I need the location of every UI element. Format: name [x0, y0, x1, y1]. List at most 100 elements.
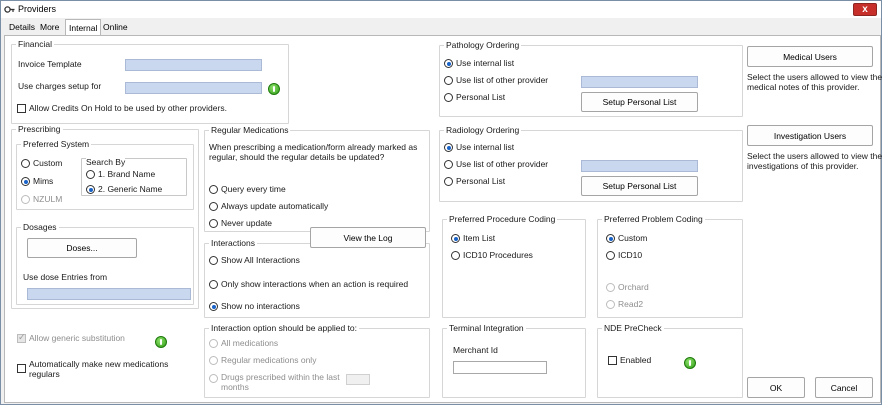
radio-only-action-label: Only show interactions when an action is… — [221, 279, 409, 289]
terminal-title: Terminal Integration — [447, 323, 526, 333]
interactions-group: Interactions Show All Interactions Only … — [204, 238, 430, 318]
interaction-option-title: Interaction option should be applied to: — [209, 323, 360, 333]
radio-custom-label: Custom — [33, 158, 63, 168]
tab-details[interactable]: Details — [6, 21, 38, 35]
medical-users-button[interactable]: Medical Users — [747, 46, 873, 67]
pathology-radio-other-label: Use list of other provider — [456, 75, 549, 85]
close-button[interactable]: x — [853, 3, 877, 16]
key-icon — [4, 6, 15, 13]
radio-regular-only-label: Regular medications only — [221, 355, 317, 365]
radio-always-update-label: Always update automatically — [221, 201, 329, 211]
use-charges-field[interactable] — [125, 82, 262, 94]
tab-internal[interactable]: Internal — [65, 19, 102, 36]
dosages-title: Dosages — [21, 222, 59, 232]
radio-show-all[interactable] — [209, 256, 218, 265]
radio-all-medications-label: All medications — [221, 338, 279, 348]
pathology-title: Pathology Ordering — [444, 40, 522, 50]
radio-item-list-label: Item List — [463, 233, 496, 243]
search-by-group: Search By 1. Brand Name 2. Generic Name — [81, 157, 187, 196]
financial-title: Financial — [16, 39, 55, 49]
generic-go-icon[interactable] — [155, 336, 167, 348]
nde-enabled-checkbox[interactable] — [608, 356, 617, 365]
radio-problem-orchard[interactable] — [606, 283, 615, 292]
radio-query-every-time-label: Query every time — [221, 184, 286, 194]
regular-medications-question: When prescribing a medication/form alrea… — [209, 142, 418, 162]
radiology-radio-other[interactable] — [444, 160, 453, 169]
radiology-radio-personal-label: Personal List — [456, 176, 506, 186]
nde-group: NDE PreCheck Enabled — [597, 323, 743, 398]
financial-group: Financial Invoice Template Use charges s… — [11, 39, 289, 124]
radio-problem-read2-label: Read2 — [618, 299, 644, 309]
radio-show-none-label: Show no interactions — [221, 301, 300, 311]
pathology-radio-internal-label: Use internal list — [456, 58, 515, 68]
radio-generic-name[interactable] — [86, 185, 95, 194]
prescribing-group: Prescribing Preferred System Custom Mims… — [11, 124, 199, 309]
radio-problem-orchard-label: Orchard — [618, 282, 649, 292]
use-dose-entries-label: Use dose Entries from — [23, 272, 108, 282]
radio-query-every-time[interactable] — [209, 185, 218, 194]
radio-never-update-label: Never update — [221, 218, 273, 228]
go-icon[interactable] — [268, 83, 280, 95]
radiology-setup-button[interactable]: Setup Personal List — [581, 176, 698, 196]
radiology-title: Radiology Ordering — [444, 125, 522, 135]
radio-show-none[interactable] — [209, 302, 218, 311]
nde-go-icon[interactable] — [684, 357, 696, 369]
radio-never-update[interactable] — [209, 219, 218, 228]
radio-problem-icd10[interactable] — [606, 251, 615, 260]
radiology-other-field[interactable] — [581, 160, 698, 172]
view-log-button[interactable]: View the Log — [310, 227, 426, 248]
radio-icd10-procedures[interactable] — [451, 251, 460, 260]
investigation-users-button[interactable]: Investigation Users — [747, 125, 873, 146]
months-field[interactable] — [346, 374, 370, 385]
allow-generic-label: Allow generic substitution — [29, 333, 125, 343]
auto-regular-checkbox[interactable] — [17, 364, 26, 373]
interactions-title: Interactions — [209, 238, 257, 248]
radio-mims[interactable] — [21, 177, 30, 186]
radio-within-months[interactable] — [209, 374, 218, 383]
pathology-radio-personal[interactable] — [444, 93, 453, 102]
tab-more[interactable]: More — [37, 21, 62, 35]
cancel-button[interactable]: Cancel — [815, 377, 873, 398]
allow-credits-checkbox[interactable] — [17, 104, 26, 113]
pathology-group: Pathology Ordering Use internal list Use… — [439, 40, 743, 117]
radiology-radio-internal[interactable] — [444, 143, 453, 152]
use-dose-entries-field[interactable] — [27, 288, 191, 300]
radio-problem-read2[interactable] — [606, 300, 615, 309]
use-charges-label: Use charges setup for — [18, 81, 102, 91]
pathology-setup-button[interactable]: Setup Personal List — [581, 92, 698, 112]
regular-medications-group: Regular Medications When prescribing a m… — [204, 125, 430, 232]
radio-nzulm-label: NZULM — [33, 194, 63, 204]
nde-title: NDE PreCheck — [602, 323, 664, 333]
doses-button[interactable]: Doses... — [27, 238, 137, 258]
medical-users-text: Select the users allowed to view the med… — [747, 72, 882, 92]
radiology-radio-personal[interactable] — [444, 177, 453, 186]
window-title: Providers — [18, 4, 57, 14]
pathology-other-field[interactable] — [581, 76, 698, 88]
radio-only-action[interactable] — [209, 280, 218, 289]
radio-all-medications[interactable] — [209, 339, 218, 348]
terminal-group: Terminal Integration Merchant Id — [442, 323, 586, 398]
radio-problem-custom[interactable] — [606, 234, 615, 243]
pathology-radio-internal[interactable] — [444, 59, 453, 68]
ok-button[interactable]: OK — [747, 377, 805, 398]
tab-online[interactable]: Online — [100, 21, 131, 35]
radio-nzulm[interactable] — [21, 195, 30, 204]
radio-brand-name[interactable] — [86, 170, 95, 179]
allow-generic-checkbox[interactable] — [17, 332, 26, 343]
radio-generic-name-label: 2. Generic Name — [98, 184, 163, 194]
auto-regular-label: Automatically make new medications regul… — [29, 359, 169, 379]
radio-item-list[interactable] — [451, 234, 460, 243]
radio-always-update[interactable] — [209, 202, 218, 211]
radiology-radio-internal-label: Use internal list — [456, 142, 515, 152]
dosages-group: Dosages Doses... Use dose Entries from — [16, 222, 194, 305]
radio-brand-name-label: 1. Brand Name — [98, 169, 156, 179]
radio-regular-only[interactable] — [209, 356, 218, 365]
invoice-template-field[interactable] — [125, 59, 262, 71]
radio-custom[interactable] — [21, 159, 30, 168]
title-bar: Providers x — [1, 1, 881, 18]
problem-coding-group: Preferred Problem Coding Custom ICD10 Or… — [597, 214, 743, 318]
internal-panel: Financial Invoice Template Use charges s… — [4, 35, 882, 403]
radio-problem-custom-label: Custom — [618, 233, 648, 243]
pathology-radio-other[interactable] — [444, 76, 453, 85]
merchant-id-field[interactable] — [453, 361, 547, 374]
